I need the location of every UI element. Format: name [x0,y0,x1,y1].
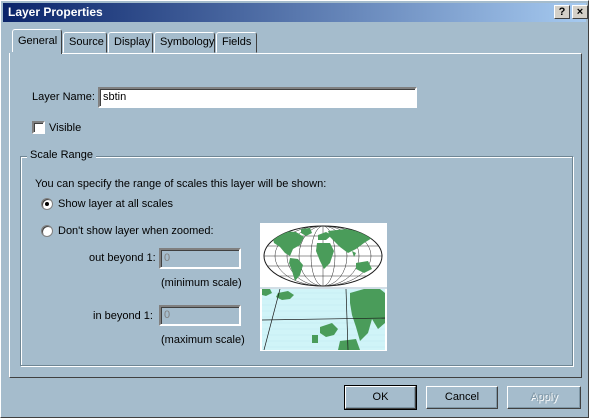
active-tab-joint [10,52,61,55]
ok-button[interactable]: OK [344,385,417,410]
help-button[interactable]: ? [554,5,570,19]
layer-properties-dialog: Layer Properties ? × General Source Disp… [0,0,589,418]
tab-display[interactable]: Display [108,32,153,53]
general-tab-panel [9,53,582,378]
tab-symbology[interactable]: Symbology [154,32,215,53]
window-title: Layer Properties [8,5,103,19]
apply-button[interactable]: Apply [507,386,581,409]
tab-fields[interactable]: Fields [216,32,257,53]
tab-source[interactable]: Source [63,32,107,53]
close-button[interactable]: × [572,5,588,19]
cancel-button[interactable]: Cancel [426,386,498,409]
tab-general[interactable]: General [12,29,62,54]
title-bar[interactable]: Layer Properties ? × [3,3,588,22]
